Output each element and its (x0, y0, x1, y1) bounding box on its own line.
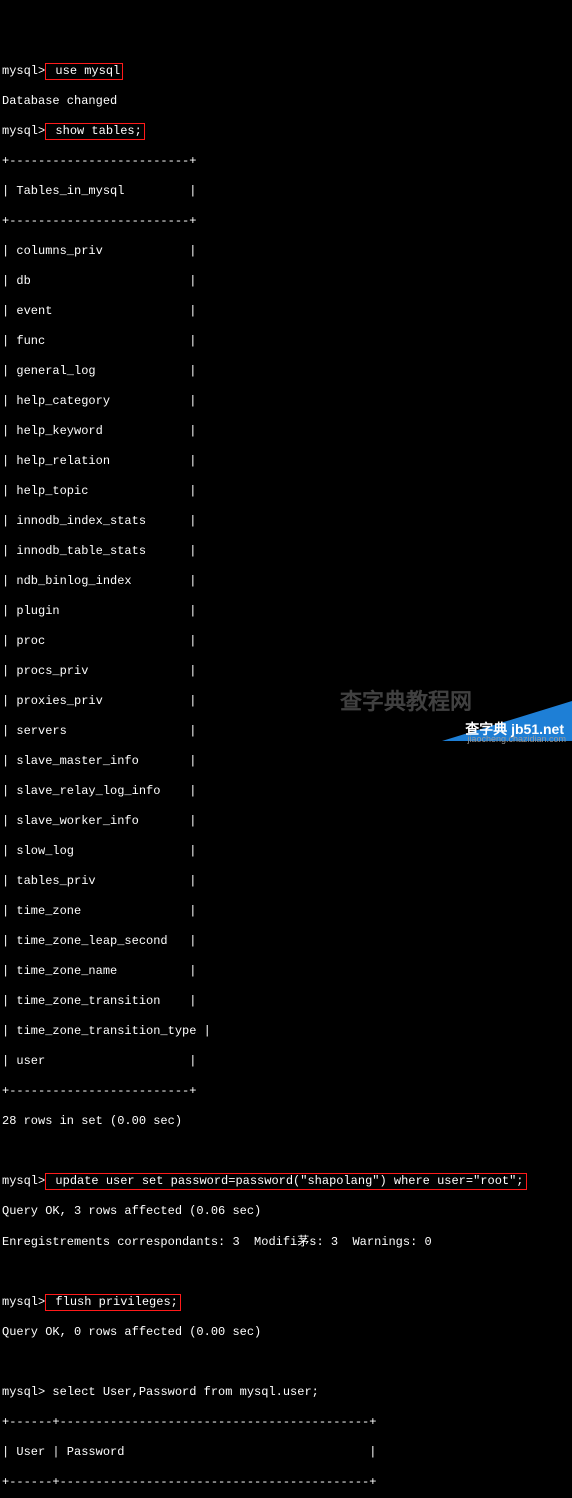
highlight-update: update user set password=password("shapo… (45, 1173, 526, 1190)
response-update-detail: Enregistrements correspondants: 3 Modifi… (2, 1234, 572, 1250)
terminal-screen[interactable]: { "terminal": { "prompt": "mysql>", "com… (0, 0, 572, 749)
table-row: | slave_relay_log_info | (2, 784, 572, 799)
table-row: | time_zone_leap_second | (2, 934, 572, 949)
highlight-show-tables: show tables; (45, 123, 145, 140)
blank-line (2, 1355, 572, 1370)
table-row: | time_zone_transition | (2, 994, 572, 1009)
table-row: | help_topic | (2, 484, 572, 499)
table-row: | tables_priv | (2, 874, 572, 889)
table-row: | help_keyword | (2, 424, 572, 439)
table-row: | ndb_binlog_index | (2, 574, 572, 589)
table-row: | general_log | (2, 364, 572, 379)
table-row: | user | (2, 1054, 572, 1069)
table-row: | help_category | (2, 394, 572, 409)
table-row: | innodb_table_stats | (2, 544, 572, 559)
table-row: | procs_priv | (2, 664, 572, 679)
table-row: | slow_log | (2, 844, 572, 859)
table-border: +-------------------------+ (2, 214, 572, 229)
table-row: | time_zone_transition_type | (2, 1024, 572, 1039)
table-row: | slave_master_info | (2, 754, 572, 769)
table-row: | time_zone_name | (2, 964, 572, 979)
table-row: | help_relation | (2, 454, 572, 469)
cmd-show-tables: mysql> show tables; (2, 124, 572, 139)
blank-line (2, 1144, 572, 1159)
cmd-use-mysql: mysql> use mysql (2, 64, 572, 79)
highlight-use-mysql: use mysql (45, 63, 123, 80)
table-border: +-------------------------+ (2, 1084, 572, 1099)
cmd-flush-privileges: mysql> flush privileges; (2, 1295, 572, 1310)
table-row: | time_zone | (2, 904, 572, 919)
table-row: | slave_worker_info | (2, 814, 572, 829)
table-border: +-------------------------+ (2, 154, 572, 169)
blank-line (2, 1265, 572, 1280)
table-row: | db | (2, 274, 572, 289)
table-header: | Tables_in_mysql | (2, 184, 572, 199)
response-flush-ok: Query OK, 0 rows affected (0.00 sec) (2, 1325, 572, 1340)
table-row: | innodb_index_stats | (2, 514, 572, 529)
table-row: | columns_priv | (2, 244, 572, 259)
table-row: | event | (2, 304, 572, 319)
table-row: | proc | (2, 634, 572, 649)
response-db-changed: Database changed (2, 94, 572, 109)
rows-in-set: 28 rows in set (0.00 sec) (2, 1114, 572, 1129)
table-row: | servers | (2, 724, 572, 739)
highlight-flush: flush privileges; (45, 1294, 181, 1311)
cmd-update-user: mysql> update user set password=password… (2, 1174, 572, 1189)
user-table-border: +------+--------------------------------… (2, 1415, 572, 1430)
table-row: | plugin | (2, 604, 572, 619)
user-table-header: | User | Password | (2, 1445, 572, 1460)
response-update-ok: Query OK, 3 rows affected (0.06 sec) (2, 1204, 572, 1219)
cmd-select-user: mysql> select User,Password from mysql.u… (2, 1385, 572, 1400)
table-row: | func | (2, 334, 572, 349)
table-row: | proxies_priv | (2, 694, 572, 709)
user-table-border: +------+--------------------------------… (2, 1475, 572, 1490)
